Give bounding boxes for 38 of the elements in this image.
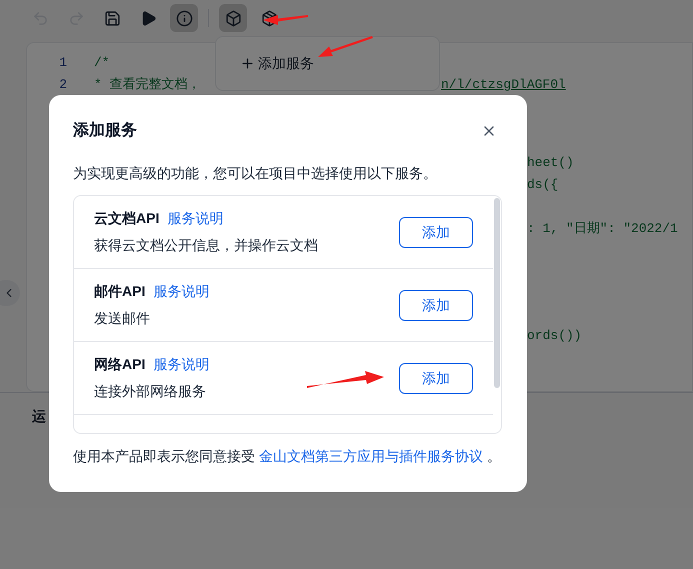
service-name: 云文档API [94,209,160,228]
service-name: 网络API [94,355,146,374]
add-button[interactable]: 添加 [399,290,473,320]
line-number: 2 [58,76,67,94]
cube-icon [224,10,242,26]
save-icon [104,10,120,26]
service-doc-link[interactable]: 服务说明 [167,208,224,229]
service-description: 发送邮件 [94,309,151,328]
code-text: ds({ [527,176,558,194]
footer-text: 。 [487,446,501,466]
toolbar-button[interactable] [170,4,198,32]
agreement-link[interactable]: 金山文档第三方应用与插件服务协议 [259,446,483,466]
scrollbar[interactable] [494,198,500,388]
service-name: 邮件API [94,282,146,301]
dialog-title: 添加服务 [73,120,137,141]
code-link[interactable]: n/l/ctzsgDlAGF0l [441,75,566,95]
code-text: * 查看完整文档， [94,76,201,94]
add-button[interactable]: 添加 [399,362,473,394]
toolbar-button[interactable] [219,4,247,32]
collapse-handle[interactable] [0,280,20,306]
plus-icon [240,56,255,71]
line-number: 1 [58,54,67,72]
service-doc-link[interactable]: 服务说明 [153,354,210,375]
footer-text: 使用本产品即表示您同意接受 [73,446,255,466]
annotation-arrow [263,15,308,25]
service-description: 连接外部网络服务 [94,382,207,401]
service-description: 获得云文档公开信息，并操作云文档 [94,236,318,255]
dialog-description: 为实现更高级的功能，您可以在项目中选择使用以下服务。 [73,164,437,182]
code-text: heet() [527,154,574,172]
info-icon [176,10,192,26]
annotation-arrow [318,36,373,57]
panel-title: 运 [32,408,46,424]
add-button[interactable]: 添加 [399,216,473,248]
service-doc-link[interactable]: 服务说明 [153,281,210,302]
code-text: ords()) [527,327,582,346]
add-service-item[interactable]: 添加服务 [240,53,314,74]
code-text: : 1, "日期": "2022/1 [527,220,678,238]
code-text: /* [94,54,110,72]
